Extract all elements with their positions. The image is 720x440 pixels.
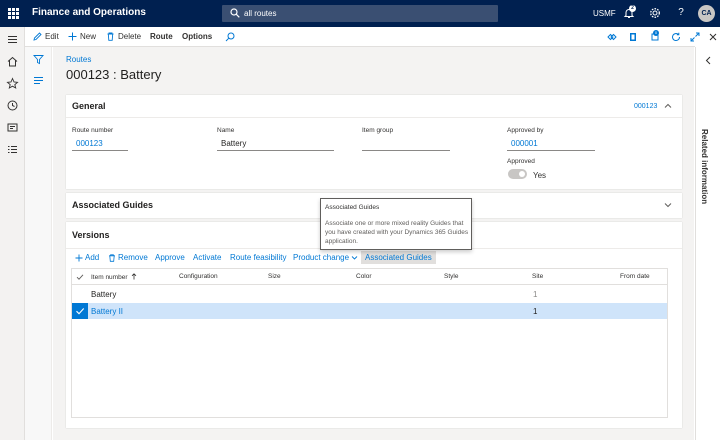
approved-value: Yes	[533, 171, 547, 180]
trash-icon	[107, 32, 114, 41]
route-number-label: Route number	[72, 127, 114, 134]
edit-label: Edit	[45, 32, 59, 41]
hamburger-icon[interactable]	[6, 33, 19, 46]
column-from-date[interactable]: From date	[620, 273, 650, 280]
associated-guides-tooltip: Associated Guides Associate one or more …	[320, 198, 472, 250]
plus-icon	[75, 254, 83, 261]
select-all-checkmark-icon[interactable]	[76, 273, 84, 281]
sort-ascending-icon	[132, 273, 137, 280]
row-selected-checkbox[interactable]	[72, 303, 88, 319]
workspaces-icon[interactable]	[6, 121, 19, 134]
modules-icon[interactable]	[6, 143, 19, 156]
column-style[interactable]: Style	[444, 273, 458, 280]
item-group-field[interactable]	[362, 138, 450, 151]
chevron-up-icon[interactable]	[664, 102, 672, 110]
tooltip-body: Associate one or more mixed reality Guid…	[325, 220, 469, 245]
associated-guides-title[interactable]: Associated Guides	[72, 200, 153, 210]
product-change-button[interactable]: Product change	[293, 253, 358, 262]
help-icon[interactable]: ?	[675, 7, 687, 19]
column-configuration[interactable]: Configuration	[179, 273, 218, 280]
search-icon[interactable]	[224, 31, 236, 43]
versions-grid: Item number Configuration Size Color Sty…	[71, 268, 668, 418]
office-icon[interactable]	[627, 31, 639, 43]
plus-icon	[68, 32, 77, 41]
tooltip-title: Associated Guides	[325, 204, 380, 211]
related-information-pane: Related information	[695, 47, 720, 440]
app-title[interactable]: Finance and Operations	[32, 7, 146, 18]
action-pane: Edit New Delete Route Options 0	[25, 27, 717, 47]
search-value: all routes	[244, 9, 277, 18]
approved-label: Approved	[507, 158, 535, 165]
route-feasibility-button[interactable]: Route feasibility	[230, 253, 286, 262]
name-field[interactable]: Battery	[217, 138, 334, 151]
new-label: New	[80, 32, 97, 41]
chevron-down-icon	[351, 256, 358, 260]
trash-icon	[109, 253, 115, 262]
star-icon[interactable]	[6, 77, 19, 90]
approved-by-label: Approved by	[507, 127, 544, 134]
close-icon[interactable]	[707, 31, 719, 43]
checkmark-icon	[76, 308, 85, 315]
filter-column	[25, 47, 52, 440]
item-group-label: Item group	[362, 127, 394, 134]
column-size[interactable]: Size	[268, 273, 281, 280]
chevron-left-icon[interactable]	[704, 56, 713, 65]
chevron-down-icon[interactable]	[664, 201, 672, 209]
search-icon	[230, 8, 240, 18]
remove-button[interactable]: Remove	[108, 253, 148, 262]
cell-item-number[interactable]: Battery II	[91, 307, 123, 316]
associated-guides-button[interactable]: Associated Guides	[361, 251, 436, 264]
navigation-pane	[0, 27, 25, 440]
general-title[interactable]: General	[72, 101, 106, 111]
list-icon[interactable]	[33, 75, 44, 86]
page-title: 000123 : Battery	[66, 67, 162, 82]
gear-icon[interactable]	[649, 7, 661, 19]
general-summary: 000123	[634, 103, 658, 110]
activate-button[interactable]: Activate	[193, 253, 221, 262]
add-button[interactable]: Add	[75, 253, 99, 262]
column-item-number-label: Item number	[91, 274, 128, 281]
edit-button[interactable]: Edit	[33, 32, 59, 41]
versions-title[interactable]: Versions	[72, 230, 110, 240]
breadcrumb[interactable]: Routes	[66, 55, 91, 64]
column-site[interactable]: Site	[532, 273, 543, 280]
product-change-label: Product change	[293, 253, 350, 262]
home-icon[interactable]	[6, 55, 19, 68]
column-item-number[interactable]: Item number	[91, 273, 137, 281]
table-row-selected[interactable]: Battery II 1	[72, 303, 667, 319]
general-fasttab: General 000123 Route number 000123 Name …	[66, 95, 682, 189]
avatar[interactable]: CA	[698, 5, 715, 22]
recent-icon[interactable]	[6, 99, 19, 112]
approve-button[interactable]: Approve	[155, 253, 185, 262]
pencil-icon	[33, 32, 42, 41]
route-number-field[interactable]: 000123	[72, 138, 128, 151]
related-information-label[interactable]: Related information	[700, 129, 709, 204]
link-icon[interactable]	[606, 31, 618, 43]
name-label: Name	[217, 127, 235, 134]
grid-header: Item number Configuration Size Color Sty…	[72, 269, 667, 285]
remove-label: Remove	[118, 253, 148, 262]
filter-icon[interactable]	[33, 54, 44, 65]
refresh-icon[interactable]	[670, 31, 682, 43]
attachments-badge: 0	[653, 30, 659, 36]
table-row[interactable]: Battery 1	[72, 286, 667, 302]
expand-icon[interactable]	[689, 31, 701, 43]
cell-site[interactable]: 1	[533, 290, 537, 299]
delete-button[interactable]: Delete	[106, 32, 141, 41]
notification-badge: 2	[629, 5, 636, 12]
tab-route[interactable]: Route	[150, 32, 173, 41]
tab-options[interactable]: Options	[182, 32, 212, 41]
add-label: Add	[85, 253, 100, 262]
delete-label: Delete	[118, 32, 142, 41]
search-input[interactable]: all routes	[222, 5, 498, 22]
cell-site[interactable]: 1	[533, 307, 537, 316]
top-nav-bar: Finance and Operations all routes USMF 2…	[0, 0, 720, 27]
app-launcher-icon[interactable]	[8, 8, 19, 19]
approved-toggle[interactable]	[508, 169, 527, 179]
new-button[interactable]: New	[68, 32, 96, 41]
company-picker[interactable]: USMF	[593, 9, 616, 18]
column-color[interactable]: Color	[356, 273, 372, 280]
cell-item-number[interactable]: Battery	[91, 290, 116, 299]
approved-by-field[interactable]: 000001	[507, 138, 595, 151]
